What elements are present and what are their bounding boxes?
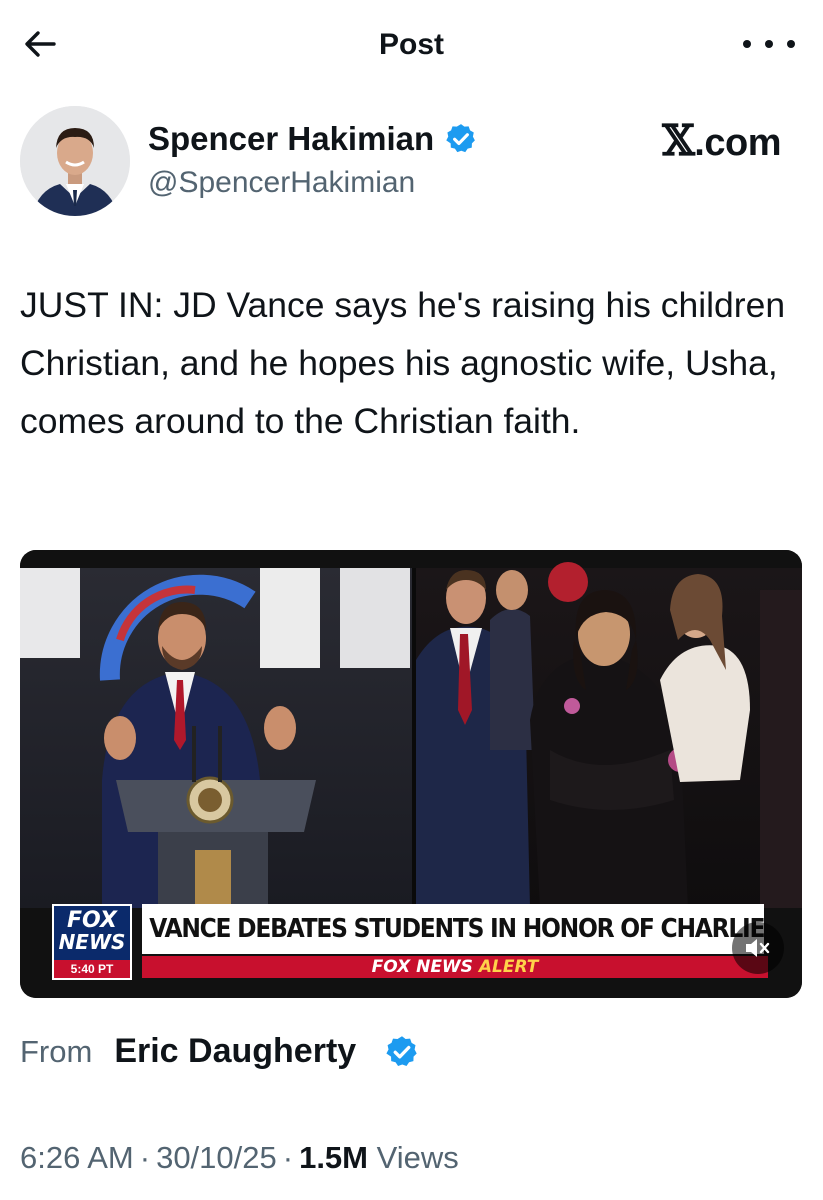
author-handle[interactable]: @SpencerHakimian xyxy=(148,166,415,200)
avatar[interactable] xyxy=(20,106,130,216)
more-dots-icon xyxy=(743,40,751,48)
from-account-name[interactable]: Eric Daugherty xyxy=(114,1032,356,1071)
alert-prefix: FOX NEWS xyxy=(371,957,473,977)
fox-news-logo: FOX NEWS 5:40 PT xyxy=(52,904,132,980)
post-date[interactable]: 30/10/25 xyxy=(156,1140,277,1175)
views-count[interactable]: 1.5M xyxy=(299,1140,368,1175)
verified-badge-icon xyxy=(386,1035,417,1066)
tweet-text: JUST IN: JD Vance says he's raising his … xyxy=(20,285,786,441)
avatar-image xyxy=(20,106,130,216)
from-label: From xyxy=(20,1033,93,1069)
alert-word: ALERT xyxy=(478,957,539,977)
separator: · xyxy=(282,1140,294,1175)
author-name[interactable]: Spencer Hakimian xyxy=(148,120,434,158)
verified-badge-icon xyxy=(446,124,476,153)
x-logo-icon: 𝕏 xyxy=(662,116,695,165)
more-dot xyxy=(787,40,795,48)
post-metadata: 6:26 AM · 30/10/25 · 1.5M Views xyxy=(20,1140,459,1176)
source-domain: .com xyxy=(694,122,781,164)
broadcast-time: 5:40 PT xyxy=(54,960,130,978)
page-title: Post xyxy=(378,28,444,61)
separator: · xyxy=(139,1140,151,1175)
news-lower-third: FOX NEWS 5:40 PT VANCE DEBATES STUDENTS … xyxy=(52,904,768,980)
quote-attribution: From Eric Daugherty xyxy=(20,1032,420,1071)
source-logo: 𝕏.com xyxy=(662,116,781,165)
tweet-media-video[interactable]: FOX NEWS 5:40 PT VANCE DEBATES STUDENTS … xyxy=(20,550,802,998)
author-name-row[interactable]: Spencer Hakimian xyxy=(148,120,478,158)
post-time[interactable]: 6:26 AM xyxy=(20,1140,134,1175)
more-options-button[interactable] xyxy=(743,30,795,58)
news-alert-bar: FOX NEWS ALERT xyxy=(142,956,768,978)
news-headline: VANCE DEBATES STUDENTS IN HONOR OF CHARL… xyxy=(142,904,765,954)
top-bar: Post xyxy=(0,0,823,92)
speaker-muted-icon xyxy=(746,939,770,957)
mute-toggle-button[interactable] xyxy=(732,922,784,974)
views-label: Views xyxy=(376,1140,459,1175)
more-dot xyxy=(765,40,773,48)
network-line2: NEWS xyxy=(58,930,126,954)
